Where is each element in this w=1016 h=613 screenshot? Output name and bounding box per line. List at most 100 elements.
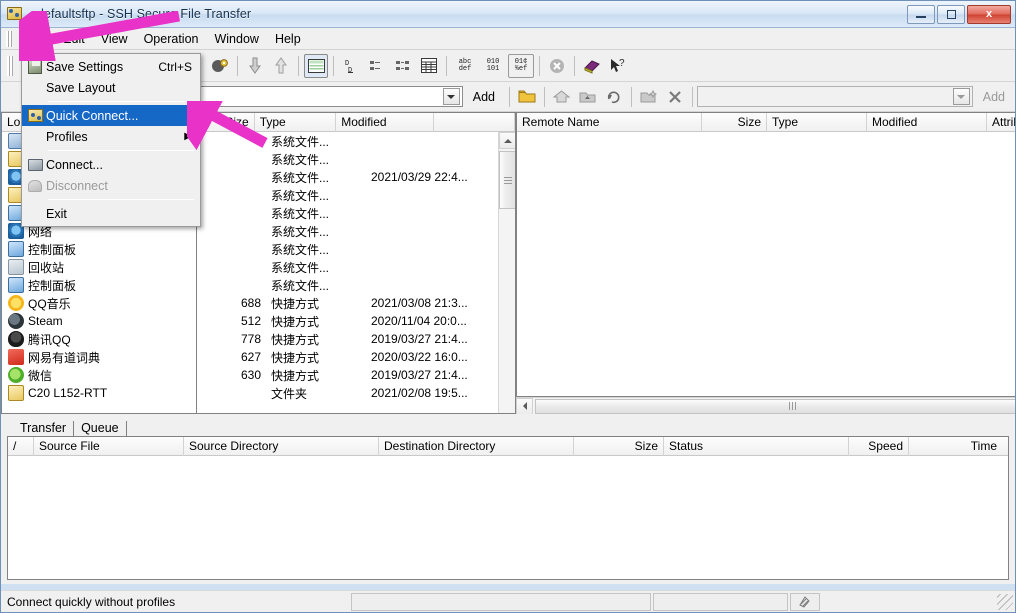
menu-edit[interactable]: Edit bbox=[55, 30, 93, 48]
menu-operation[interactable]: Operation bbox=[136, 30, 207, 48]
remote-path-combo[interactable] bbox=[696, 86, 973, 107]
column-header-extra[interactable] bbox=[434, 113, 515, 132]
remote-path-dropdown-arrow[interactable] bbox=[952, 88, 970, 105]
table-row[interactable]: 文件夹 2021/02/08 19:5... bbox=[197, 384, 515, 402]
local-add-button[interactable]: Add bbox=[463, 88, 505, 106]
auto-transfer-icon[interactable]: 01¢ ¾ef bbox=[508, 53, 534, 78]
table-row[interactable]: 系统文件... bbox=[197, 222, 515, 240]
download-icon[interactable] bbox=[243, 54, 267, 78]
table-row[interactable]: 688 快捷方式 2021/03/08 21:3... bbox=[197, 294, 515, 312]
column-header-speed[interactable]: Speed bbox=[849, 437, 909, 456]
column-header-source-directory[interactable]: Source Directory bbox=[184, 437, 379, 456]
remote-add-button[interactable]: Add bbox=[973, 88, 1015, 106]
sidebar-item[interactable]: 腾讯QQ bbox=[2, 330, 196, 348]
column-header-status[interactable]: Status bbox=[664, 437, 849, 456]
close-button[interactable]: x bbox=[967, 4, 1011, 24]
hscroll-thumb[interactable] bbox=[535, 398, 1015, 414]
table-row[interactable]: 627 快捷方式 2020/03/22 16:0... bbox=[197, 348, 515, 366]
sidebar-item[interactable]: 微信 bbox=[2, 366, 196, 384]
sidebar-item[interactable]: 回收站 bbox=[2, 258, 196, 276]
menu-item-quick-connect[interactable]: Quick Connect... bbox=[22, 105, 200, 126]
table-row[interactable]: 系统文件... bbox=[197, 132, 515, 150]
remote-path-input[interactable] bbox=[697, 87, 953, 106]
column-header-destination-directory[interactable]: Destination Directory bbox=[379, 437, 574, 456]
delete-icon[interactable] bbox=[663, 85, 687, 109]
toolbar-grip[interactable] bbox=[7, 55, 13, 76]
remote-file-list[interactable]: Remote Name Size Type Modified Attribute… bbox=[516, 112, 1015, 397]
quick-connect-icon[interactable] bbox=[208, 54, 232, 78]
column-header-source-file[interactable]: Source File bbox=[34, 437, 184, 456]
sidebar-item[interactable]: Steam bbox=[2, 312, 196, 330]
column-header-remote-type[interactable]: Type bbox=[767, 113, 867, 132]
column-header-remote-size[interactable]: Size bbox=[702, 113, 767, 132]
new-file-icon[interactable] bbox=[637, 85, 661, 109]
table-row[interactable]: 系统文件... bbox=[197, 258, 515, 276]
table-row[interactable]: 系统文件... bbox=[197, 204, 515, 222]
table-row[interactable]: 系统文件... bbox=[197, 186, 515, 204]
maximize-button[interactable] bbox=[937, 4, 965, 24]
table-row[interactable]: 系统文件... bbox=[197, 276, 515, 294]
refresh-icon[interactable] bbox=[602, 85, 626, 109]
new-folder-icon[interactable] bbox=[515, 85, 539, 109]
tab-queue[interactable]: Queue bbox=[74, 421, 127, 436]
list-small-icons-icon[interactable]: DD bbox=[339, 54, 363, 78]
local-path-dropdown-arrow[interactable] bbox=[442, 88, 460, 105]
menu-item-save-settings[interactable]: Save Settings Ctrl+S bbox=[22, 56, 200, 77]
list-view-icon[interactable] bbox=[365, 54, 389, 78]
table-row[interactable]: 系统文件... 2021/03/29 22:4... bbox=[197, 168, 515, 186]
menu-item-connect[interactable]: Connect... bbox=[22, 154, 200, 175]
menu-help[interactable]: Help bbox=[267, 30, 309, 48]
context-help-icon[interactable]: ? bbox=[606, 54, 630, 78]
upload-icon[interactable] bbox=[269, 54, 293, 78]
column-header-time[interactable]: Time bbox=[909, 437, 1002, 456]
menu-file[interactable]: File bbox=[19, 30, 55, 48]
resize-grip[interactable] bbox=[997, 593, 1013, 610]
minimize-button[interactable] bbox=[907, 4, 935, 24]
scroll-left-icon[interactable] bbox=[516, 397, 533, 415]
binary-transfer-icon[interactable]: 010 101 bbox=[480, 54, 506, 78]
ascii-transfer-icon[interactable]: abc def bbox=[452, 54, 478, 78]
local-path-combo[interactable] bbox=[196, 86, 463, 107]
report-view-icon[interactable] bbox=[417, 54, 441, 78]
sidebar-item[interactable]: QQ音乐 bbox=[2, 294, 196, 312]
sidebar-item[interactable]: 控制面板 bbox=[2, 276, 196, 294]
hscroll-track[interactable] bbox=[533, 398, 1015, 414]
column-header-size[interactable]: Size bbox=[197, 113, 255, 132]
column-header-transfer-size[interactable]: Size bbox=[574, 437, 664, 456]
table-row[interactable]: 系统文件... bbox=[197, 240, 515, 258]
local-path-input[interactable] bbox=[197, 87, 443, 106]
menu-view[interactable]: View bbox=[93, 30, 136, 48]
sidebar-item[interactable]: C20 L152-RTT bbox=[2, 384, 196, 402]
up-folder-icon[interactable] bbox=[576, 85, 600, 109]
remote-list-hscrollbar[interactable] bbox=[516, 397, 1015, 415]
menu-item-profiles[interactable]: Profiles ▶ bbox=[22, 126, 200, 147]
stop-icon[interactable] bbox=[545, 54, 569, 78]
table-row[interactable]: 778 快捷方式 2019/03/27 21:4... bbox=[197, 330, 515, 348]
menu-item-exit[interactable]: Exit bbox=[22, 203, 200, 224]
local-list-vscrollbar[interactable] bbox=[498, 132, 515, 413]
column-header-modified[interactable]: Modified bbox=[336, 113, 434, 132]
menubar-grip[interactable] bbox=[6, 31, 12, 47]
scroll-up-icon[interactable] bbox=[499, 132, 515, 149]
column-header-slash[interactable]: / bbox=[8, 437, 34, 456]
home-icon[interactable] bbox=[550, 85, 574, 109]
sidebar-item[interactable]: 控制面板 bbox=[2, 240, 196, 258]
column-header-remote-name[interactable]: Remote Name bbox=[517, 113, 702, 132]
column-header-type[interactable]: Type bbox=[255, 113, 337, 132]
scroll-thumb[interactable] bbox=[499, 151, 515, 209]
show-window-icon[interactable] bbox=[304, 53, 328, 78]
transfer-list[interactable]: / Source File Source Directory Destinati… bbox=[7, 436, 1009, 580]
table-row[interactable]: 系统文件... bbox=[197, 150, 515, 168]
menu-item-save-layout[interactable]: Save Layout bbox=[22, 77, 200, 98]
menu-window[interactable]: Window bbox=[206, 30, 266, 48]
help-book-icon[interactable] bbox=[580, 54, 604, 78]
tab-transfer[interactable]: Transfer bbox=[13, 421, 75, 436]
sidebar-item[interactable]: 网易有道词典 bbox=[2, 348, 196, 366]
table-row[interactable]: 630 快捷方式 2019/03/27 21:4... bbox=[197, 366, 515, 384]
column-header-remote-modified[interactable]: Modified bbox=[867, 113, 987, 132]
local-file-list[interactable]: Size Type Modified 系统文件... 系统文件... 系统文件...… bbox=[196, 112, 516, 414]
column-header-remote-attributes[interactable]: Attributes bbox=[987, 113, 1015, 132]
save-icon bbox=[24, 58, 46, 76]
table-row[interactable]: 512 快捷方式 2020/11/04 20:0... bbox=[197, 312, 515, 330]
list-details-icon[interactable] bbox=[391, 54, 415, 78]
